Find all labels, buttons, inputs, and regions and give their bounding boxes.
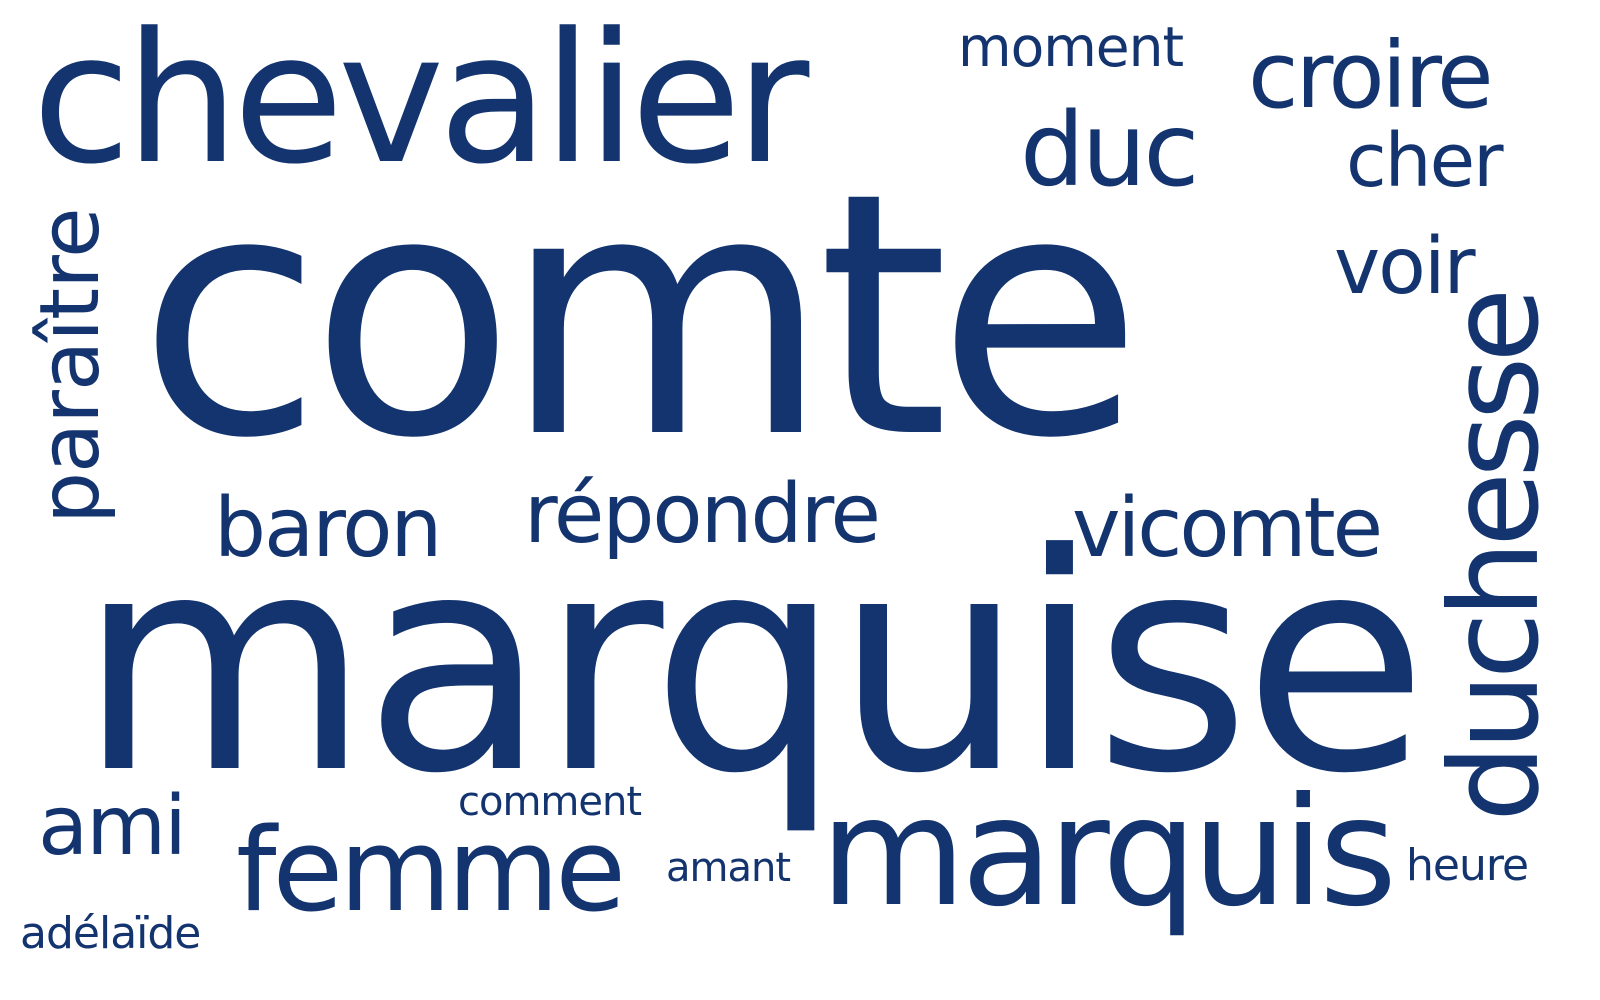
word-adelaide: adélaïde — [20, 908, 201, 959]
word-repondre: répondre — [524, 467, 881, 562]
word-heure: heure — [1406, 840, 1529, 891]
word-marquis: marquis — [820, 766, 1397, 940]
word-voir: voir — [1334, 222, 1476, 312]
word-amant: amant — [666, 845, 791, 891]
word-femme: femme — [236, 804, 626, 938]
word-chevalier: chevalier — [32, 0, 809, 204]
word-cloud: comte marquise chevalier marquis duchess… — [0, 0, 1600, 1000]
word-baron: baron — [214, 481, 442, 576]
word-ami: ami — [38, 779, 187, 874]
word-comment: comment — [458, 779, 642, 825]
word-moment: moment — [958, 15, 1184, 79]
word-duchesse: duchesse — [1424, 293, 1566, 822]
word-croire: croire — [1248, 22, 1494, 129]
word-vicomte: vicomte — [1072, 481, 1383, 576]
word-paraitre: paraître — [23, 208, 118, 524]
word-cher: cher — [1346, 118, 1504, 204]
word-duc: duc — [1020, 91, 1199, 210]
